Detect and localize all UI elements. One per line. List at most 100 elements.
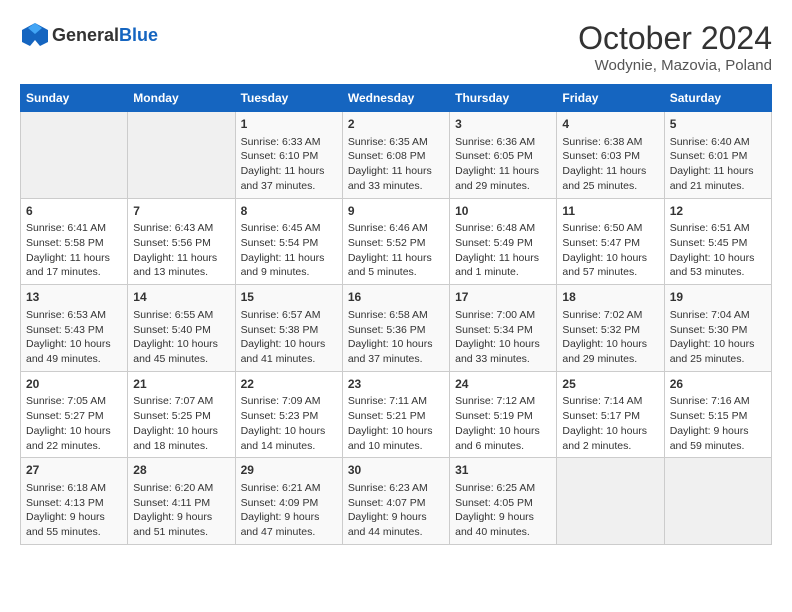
weekday-header-row: SundayMondayTuesdayWednesdayThursdayFrid…: [21, 85, 772, 112]
day-info: Sunset: 5:17 PM: [562, 409, 658, 424]
day-info: Sunrise: 6:46 AM: [348, 221, 444, 236]
day-info: Sunset: 5:34 PM: [455, 323, 551, 338]
day-info: Sunset: 5:38 PM: [241, 323, 337, 338]
day-info: Sunset: 5:56 PM: [133, 236, 229, 251]
calendar-cell: 29Sunrise: 6:21 AMSunset: 4:09 PMDayligh…: [235, 458, 342, 545]
day-info: Sunset: 5:32 PM: [562, 323, 658, 338]
day-number: 23: [348, 376, 444, 393]
page-header: GeneralBlue October 2024 Wodynie, Mazovi…: [20, 20, 772, 74]
day-number: 31: [455, 462, 551, 479]
day-info: Sunrise: 6:20 AM: [133, 481, 229, 496]
day-info: Daylight: 10 hours and 22 minutes.: [26, 424, 122, 453]
calendar-cell: 19Sunrise: 7:04 AMSunset: 5:30 PMDayligh…: [664, 285, 771, 372]
calendar-cell: 23Sunrise: 7:11 AMSunset: 5:21 PMDayligh…: [342, 371, 449, 458]
calendar-cell: 15Sunrise: 6:57 AMSunset: 5:38 PMDayligh…: [235, 285, 342, 372]
day-info: Sunrise: 6:41 AM: [26, 221, 122, 236]
day-info: Daylight: 10 hours and 57 minutes.: [562, 251, 658, 280]
day-info: Sunset: 5:40 PM: [133, 323, 229, 338]
day-info: Sunrise: 7:02 AM: [562, 308, 658, 323]
day-number: 16: [348, 289, 444, 306]
day-info: Sunrise: 6:50 AM: [562, 221, 658, 236]
day-number: 19: [670, 289, 766, 306]
day-info: Sunrise: 7:16 AM: [670, 394, 766, 409]
day-info: Sunrise: 6:35 AM: [348, 135, 444, 150]
day-info: Sunset: 4:05 PM: [455, 496, 551, 511]
title-block: October 2024 Wodynie, Mazovia, Poland: [578, 20, 772, 74]
calendar-cell: 14Sunrise: 6:55 AMSunset: 5:40 PMDayligh…: [128, 285, 235, 372]
day-info: Sunrise: 6:58 AM: [348, 308, 444, 323]
calendar-cell: 18Sunrise: 7:02 AMSunset: 5:32 PMDayligh…: [557, 285, 664, 372]
day-number: 29: [241, 462, 337, 479]
day-info: Sunset: 4:07 PM: [348, 496, 444, 511]
day-info: Sunrise: 6:25 AM: [455, 481, 551, 496]
weekday-header-monday: Monday: [128, 85, 235, 112]
day-info: Sunrise: 7:05 AM: [26, 394, 122, 409]
day-info: Daylight: 10 hours and 53 minutes.: [670, 251, 766, 280]
day-info: Daylight: 9 hours and 55 minutes.: [26, 510, 122, 539]
day-number: 4: [562, 116, 658, 133]
day-info: Daylight: 9 hours and 47 minutes.: [241, 510, 337, 539]
day-number: 9: [348, 203, 444, 220]
day-info: Sunrise: 6:23 AM: [348, 481, 444, 496]
day-info: Daylight: 11 hours and 25 minutes.: [562, 164, 658, 193]
day-info: Daylight: 10 hours and 2 minutes.: [562, 424, 658, 453]
calendar-table: SundayMondayTuesdayWednesdayThursdayFrid…: [20, 84, 772, 545]
day-info: Sunrise: 6:53 AM: [26, 308, 122, 323]
calendar-cell: [664, 458, 771, 545]
day-info: Daylight: 10 hours and 25 minutes.: [670, 337, 766, 366]
calendar-body: 1Sunrise: 6:33 AMSunset: 6:10 PMDaylight…: [21, 112, 772, 545]
day-info: Sunset: 6:05 PM: [455, 149, 551, 164]
day-info: Sunset: 5:36 PM: [348, 323, 444, 338]
calendar-cell: 10Sunrise: 6:48 AMSunset: 5:49 PMDayligh…: [450, 198, 557, 285]
day-number: 21: [133, 376, 229, 393]
day-info: Daylight: 10 hours and 33 minutes.: [455, 337, 551, 366]
day-info: Sunset: 5:45 PM: [670, 236, 766, 251]
day-info: Sunset: 6:08 PM: [348, 149, 444, 164]
day-info: Daylight: 10 hours and 6 minutes.: [455, 424, 551, 453]
day-info: Sunset: 6:10 PM: [241, 149, 337, 164]
day-number: 26: [670, 376, 766, 393]
day-info: Daylight: 9 hours and 59 minutes.: [670, 424, 766, 453]
weekday-header-saturday: Saturday: [664, 85, 771, 112]
day-info: Sunset: 6:01 PM: [670, 149, 766, 164]
day-number: 6: [26, 203, 122, 220]
weekday-header-tuesday: Tuesday: [235, 85, 342, 112]
calendar-week-row: 13 Sunrise: 6:53 AMSunset: 5:43 PM Dayligh…: [21, 285, 772, 372]
logo: GeneralBlue: [20, 20, 158, 50]
day-info: Sunset: 5:21 PM: [348, 409, 444, 424]
day-info: Sunrise: 6:55 AM: [133, 308, 229, 323]
calendar-cell: 5Sunrise: 6:40 AMSunset: 6:01 PMDaylight…: [664, 112, 771, 199]
day-number: 8: [241, 203, 337, 220]
day-info: Sunset: 4:13 PM: [26, 496, 122, 511]
day-info: Sunset: 5:43 PM: [26, 323, 122, 338]
day-number: 18: [562, 289, 658, 306]
day-info: Sunrise: 6:43 AM: [133, 221, 229, 236]
day-info: Daylight: 11 hours and 1 minute.: [455, 251, 551, 280]
day-info: Daylight: 11 hours and 17 minutes.: [26, 251, 122, 280]
calendar-cell: 9Sunrise: 6:46 AMSunset: 5:52 PMDaylight…: [342, 198, 449, 285]
day-info: Sunset: 5:49 PM: [455, 236, 551, 251]
day-number: 11: [562, 203, 658, 220]
day-info: Daylight: 11 hours and 5 minutes.: [348, 251, 444, 280]
calendar-cell: 22Sunrise: 7:09 AMSunset: 5:23 PMDayligh…: [235, 371, 342, 458]
day-info: Sunset: 5:52 PM: [348, 236, 444, 251]
day-number: 27: [26, 462, 122, 479]
calendar-cell: 27Sunrise: 6:18 AMSunset: 4:13 PMDayligh…: [21, 458, 128, 545]
day-number: 13: [26, 289, 122, 306]
day-info: Daylight: 9 hours and 44 minutes.: [348, 510, 444, 539]
day-info: Daylight: 11 hours and 29 minutes.: [455, 164, 551, 193]
day-number: 20: [26, 376, 122, 393]
day-number: 24: [455, 376, 551, 393]
calendar-cell: [128, 112, 235, 199]
day-info: Daylight: 10 hours and 37 minutes.: [348, 337, 444, 366]
day-number: 28: [133, 462, 229, 479]
day-info: Sunrise: 7:00 AM: [455, 308, 551, 323]
day-info: Daylight: 10 hours and 10 minutes.: [348, 424, 444, 453]
calendar-cell: 4Sunrise: 6:38 AMSunset: 6:03 PMDaylight…: [557, 112, 664, 199]
day-info: Sunrise: 7:14 AM: [562, 394, 658, 409]
calendar-cell: 24Sunrise: 7:12 AMSunset: 5:19 PMDayligh…: [450, 371, 557, 458]
day-info: Daylight: 11 hours and 21 minutes.: [670, 164, 766, 193]
day-number: 30: [348, 462, 444, 479]
day-info: Sunset: 5:15 PM: [670, 409, 766, 424]
day-info: Daylight: 11 hours and 37 minutes.: [241, 164, 337, 193]
